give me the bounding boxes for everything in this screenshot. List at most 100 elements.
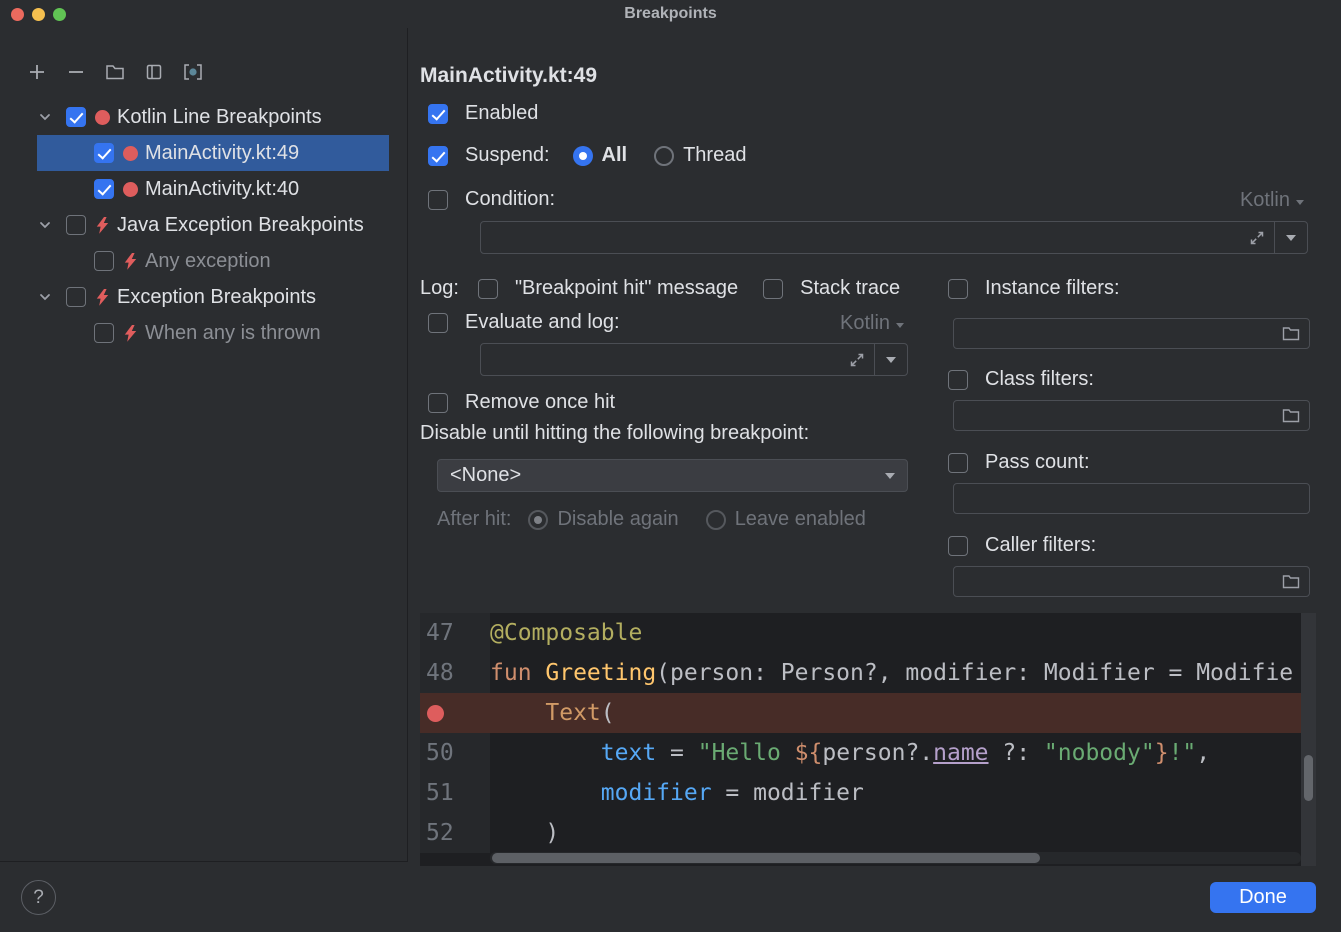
vertical-scrollbar[interactable] bbox=[1301, 613, 1316, 866]
title-bar: Breakpoints bbox=[0, 0, 1341, 28]
chevron-down-icon[interactable] bbox=[37, 289, 53, 305]
disable-until-combo[interactable]: <None> bbox=[437, 459, 908, 492]
close-button[interactable] bbox=[11, 8, 24, 21]
language-dropdown-icon bbox=[1296, 200, 1304, 205]
evaluate-history-button[interactable] bbox=[874, 344, 907, 375]
group-checkbox[interactable] bbox=[66, 215, 86, 235]
breakpoint-checkbox[interactable] bbox=[94, 179, 114, 199]
after-hit-label: After hit: bbox=[437, 508, 511, 531]
tree-label: Any exception bbox=[145, 250, 271, 273]
pass-count-input[interactable] bbox=[953, 483, 1310, 514]
breakpoint-dot-icon[interactable] bbox=[427, 705, 444, 722]
condition-language-selector[interactable]: Kotlin bbox=[1240, 189, 1304, 212]
tree-item-any-exception[interactable]: Any exception bbox=[37, 243, 389, 279]
enabled-checkbox[interactable] bbox=[428, 104, 448, 124]
minimize-button[interactable] bbox=[32, 8, 45, 21]
group-checkbox[interactable] bbox=[66, 107, 86, 127]
zoom-button[interactable] bbox=[53, 8, 66, 21]
leave-enabled-radio[interactable] bbox=[706, 510, 726, 530]
evaluate-label: Evaluate and log: bbox=[465, 311, 620, 334]
tree-group-exception-breakpoints[interactable]: Exception Breakpoints bbox=[37, 279, 389, 315]
condition-history-button[interactable] bbox=[1274, 222, 1307, 253]
folder-icon[interactable] bbox=[1282, 408, 1300, 423]
line-breakpoint-icon bbox=[94, 110, 110, 125]
combo-arrow-icon bbox=[885, 473, 895, 479]
chevron-down-icon[interactable] bbox=[37, 217, 53, 233]
pass-count-checkbox[interactable] bbox=[948, 453, 968, 473]
plus-icon bbox=[27, 62, 47, 82]
horizontal-scrollbar-thumb[interactable] bbox=[492, 853, 1040, 863]
tree-label: MainActivity.kt:40 bbox=[145, 178, 299, 201]
code-preview-panel: 47@Composable48fun Greeting(person: Pers… bbox=[420, 613, 1316, 866]
log-message-checkbox[interactable] bbox=[478, 279, 498, 299]
code-text: ) bbox=[490, 813, 1316, 853]
add-breakpoint-button[interactable] bbox=[23, 58, 51, 86]
combo-value: <None> bbox=[450, 464, 521, 487]
remove-once-checkbox[interactable] bbox=[428, 393, 448, 413]
condition-checkbox[interactable] bbox=[428, 190, 448, 210]
breakpoint-detail-pane: MainActivity.kt:49 Enabled Suspend: All … bbox=[420, 28, 1316, 932]
move-to-group-button[interactable] bbox=[140, 58, 168, 86]
group-checkbox[interactable] bbox=[66, 287, 86, 307]
remove-once-label: Remove once hit bbox=[465, 391, 615, 414]
breakpoint-checkbox[interactable] bbox=[94, 143, 114, 163]
evaluate-language-selector[interactable]: Kotlin bbox=[840, 312, 904, 335]
dropdown-arrow-icon bbox=[1286, 235, 1296, 241]
done-button[interactable]: Done bbox=[1210, 882, 1316, 913]
suspend-all-radio[interactable] bbox=[573, 146, 593, 166]
help-button[interactable]: ? bbox=[21, 880, 56, 915]
tree-group-kotlin-line-breakpoints[interactable]: Kotlin Line Breakpoints bbox=[37, 99, 389, 135]
horizontal-scrollbar[interactable] bbox=[490, 852, 1301, 864]
code-line: 48fun Greeting(person: Person?, modifier… bbox=[420, 653, 1316, 693]
instance-filters-checkbox[interactable] bbox=[948, 279, 968, 299]
stack-trace-label: Stack trace bbox=[800, 277, 900, 300]
code-text: @Composable bbox=[490, 613, 1316, 653]
code-line: 50 text = "Hello ${person?.name ?: "nobo… bbox=[420, 733, 1316, 773]
breakpoints-sidebar: Kotlin Line Breakpoints MainActivity.kt:… bbox=[0, 28, 408, 862]
condition-input[interactable] bbox=[480, 221, 1308, 254]
suspend-checkbox[interactable] bbox=[428, 146, 448, 166]
vertical-scrollbar-thumb[interactable] bbox=[1304, 755, 1313, 801]
leave-enabled-label: Leave enabled bbox=[735, 508, 866, 531]
tree-group-java-exception-breakpoints[interactable]: Java Exception Breakpoints bbox=[37, 207, 389, 243]
tree-label: Java Exception Breakpoints bbox=[117, 214, 364, 237]
expand-editor-icon[interactable] bbox=[849, 352, 865, 368]
tree-item-mainactivity-40[interactable]: MainActivity.kt:40 bbox=[37, 171, 389, 207]
class-filters-checkbox[interactable] bbox=[948, 370, 968, 390]
gutter: 52 bbox=[420, 813, 490, 853]
evaluate-checkbox[interactable] bbox=[428, 313, 448, 333]
chevron-down-icon[interactable] bbox=[37, 109, 53, 125]
enabled-label: Enabled bbox=[465, 102, 538, 125]
folder-icon[interactable] bbox=[1282, 326, 1300, 341]
code-line: 47@Composable bbox=[420, 613, 1316, 653]
evaluate-input[interactable] bbox=[480, 343, 908, 376]
instance-filters-input[interactable] bbox=[953, 318, 1310, 349]
tree-item-mainactivity-49[interactable]: MainActivity.kt:49 bbox=[37, 135, 389, 171]
tree-label: When any is thrown bbox=[145, 322, 321, 345]
gutter: 50 bbox=[420, 733, 490, 773]
evaluate-editor[interactable] bbox=[481, 344, 874, 375]
breakpoint-checkbox[interactable] bbox=[94, 323, 114, 343]
traffic-lights bbox=[11, 8, 66, 21]
folder-icon[interactable] bbox=[1282, 574, 1300, 589]
expand-editor-icon[interactable] bbox=[1249, 230, 1265, 246]
suspend-thread-radio[interactable] bbox=[654, 146, 674, 166]
group-by-class-button[interactable] bbox=[179, 58, 207, 86]
tree-item-when-any-is-thrown[interactable]: When any is thrown bbox=[37, 315, 389, 351]
code-line: Text( bbox=[420, 693, 1316, 733]
caller-filters-label: Caller filters: bbox=[985, 534, 1096, 557]
group-breakpoints-button[interactable] bbox=[101, 58, 129, 86]
condition-editor[interactable] bbox=[481, 222, 1274, 253]
exception-breakpoint-icon bbox=[122, 325, 138, 342]
remove-breakpoint-button[interactable] bbox=[62, 58, 90, 86]
disable-again-radio[interactable] bbox=[528, 510, 548, 530]
breakpoint-checkbox[interactable] bbox=[94, 251, 114, 271]
minus-icon bbox=[66, 62, 86, 82]
caller-filters-input[interactable] bbox=[953, 566, 1310, 597]
caller-filters-checkbox[interactable] bbox=[948, 536, 968, 556]
breakpoints-tree: Kotlin Line Breakpoints MainActivity.kt:… bbox=[0, 99, 407, 351]
class-filters-input[interactable] bbox=[953, 400, 1310, 431]
code-text: modifier = modifier bbox=[490, 773, 1316, 813]
stack-trace-checkbox[interactable] bbox=[763, 279, 783, 299]
code-text: text = "Hello ${person?.name ?: "nobody"… bbox=[490, 733, 1316, 773]
